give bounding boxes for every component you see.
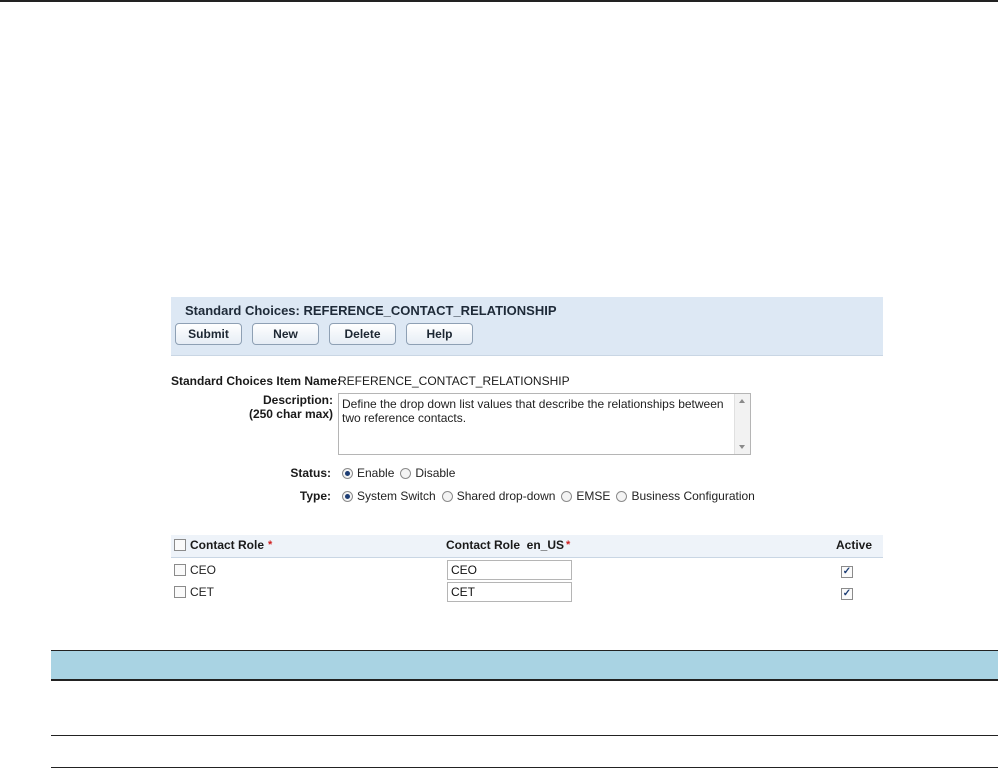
header-contact-role-en-us-label: Contact Role en_US [446,538,565,552]
status-disable-label: Disable [415,466,456,480]
table-bottom-border [51,767,998,768]
type-shared-dropdown-option[interactable]: Shared drop-down [441,489,556,503]
type-business-configuration-radio[interactable] [616,490,628,502]
row-role-cell: CET [174,585,214,599]
description-hint: (250 char max) [248,407,333,421]
type-shared-dropdown-label: Shared drop-down [456,489,556,503]
type-emse-option[interactable]: EMSE [561,489,610,503]
scroll-up-icon[interactable] [739,399,745,403]
type-system-switch-radio[interactable] [342,490,353,502]
help-button[interactable]: Help [406,323,473,345]
description-text: Define the drop down list values that de… [342,397,724,425]
row-role-label: CEO [190,563,217,577]
table-row: CET [171,581,883,603]
item-name-label: Standard Choices Item Name: [171,374,342,388]
description-label: Description: [262,393,333,407]
contact-role-grid-header: Contact Role * Contact Role en_US * Acti… [171,535,883,558]
type-shared-dropdown-radio[interactable] [441,490,453,502]
document-table-header [51,650,998,681]
new-button[interactable]: New [252,323,319,345]
scroll-down-icon[interactable] [739,445,745,449]
status-disable-option[interactable]: Disable [400,466,455,480]
header-contact-role: Contact Role * [174,538,272,552]
delete-button[interactable]: Delete [329,323,396,345]
select-all-checkbox[interactable] [174,539,186,551]
status-label: Status: [290,466,331,480]
description-textarea[interactable]: Define the drop down list values that de… [338,393,751,455]
row-active-checkbox[interactable] [841,566,853,578]
required-marker: * [566,539,571,551]
standard-choices-panel: Standard Choices: REFERENCE_CONTACT_RELA… [171,297,883,356]
row-select-checkbox[interactable] [174,564,186,576]
type-emse-radio[interactable] [561,490,573,502]
panel-title: Standard Choices: REFERENCE_CONTACT_RELA… [185,303,557,318]
type-label: Type: [299,489,331,503]
header-active: Active [836,538,873,552]
row-select-checkbox[interactable] [174,586,186,598]
row-active-cell [841,563,857,578]
required-marker: * [268,539,273,551]
row-role-en-us-input[interactable] [447,560,572,580]
header-contact-role-en-us: Contact Role en_US * [446,538,570,552]
type-system-switch-label: System Switch [357,489,436,503]
item-name-value: REFERENCE_CONTACT_RELATIONSHIP [338,374,570,388]
type-business-configuration-label: Business Configuration [631,489,755,503]
row-active-checkbox[interactable] [841,588,853,600]
type-options: System Switch Shared drop-down EMSE Busi… [342,489,761,503]
row-role-cell: CEO [174,563,216,577]
status-options: Enable Disable [342,466,461,480]
toolbar: Submit New Delete Help [175,323,473,345]
submit-button[interactable]: Submit [175,323,242,345]
top-border [0,0,998,2]
status-disable-radio[interactable] [400,467,412,479]
type-system-switch-option[interactable]: System Switch [342,489,436,503]
type-emse-label: EMSE [576,489,611,503]
status-enable-option[interactable]: Enable [342,466,394,480]
description-scrollbar[interactable] [734,394,750,454]
row-role-en-us-input[interactable] [447,582,572,602]
header-contact-role-label: Contact Role [190,538,265,552]
table-row: CEO [171,559,883,581]
row-active-cell [841,585,857,600]
type-business-configuration-option[interactable]: Business Configuration [616,489,755,503]
table-row-divider [51,735,998,736]
status-enable-label: Enable [357,466,395,480]
status-enable-radio[interactable] [342,467,353,479]
row-role-label: CET [190,585,214,599]
description-label-group: Description: (250 char max) [231,393,333,421]
